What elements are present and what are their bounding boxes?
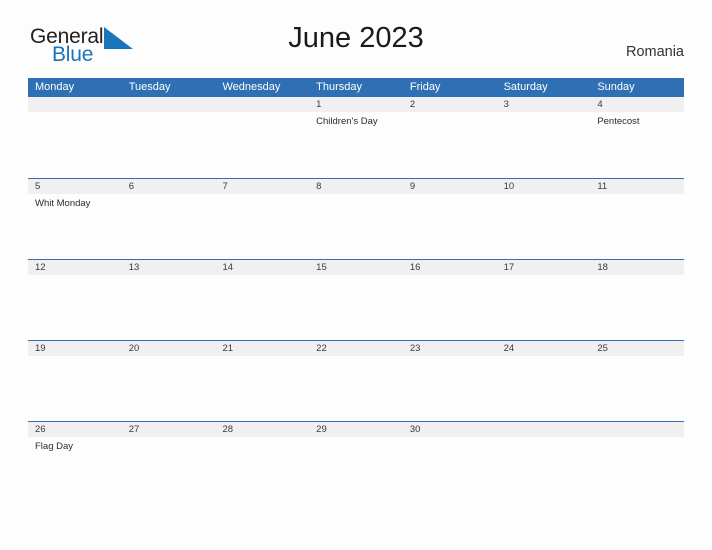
- calendar-day-cell[interactable]: 22: [309, 341, 403, 421]
- day-number: 30: [402, 422, 497, 437]
- page-title: June 2023: [288, 22, 424, 54]
- holiday-event-label: Whit Monday: [35, 198, 91, 209]
- calendar-day-cell[interactable]: 7: [215, 179, 310, 259]
- day-number: 19: [28, 341, 122, 356]
- day-number: 12: [28, 260, 122, 275]
- day-number: 14: [215, 260, 310, 275]
- day-number: 28: [215, 422, 310, 437]
- day-events: Pentecost: [590, 112, 684, 128]
- calendar-day-cell[interactable]: 15: [309, 260, 403, 340]
- day-number: 16: [402, 260, 497, 275]
- page-header: General Blue June 2023 Romania: [28, 22, 684, 74]
- day-number: 26: [28, 422, 122, 437]
- calendar-day-cell[interactable]: 11: [590, 179, 685, 259]
- calendar-day-cell[interactable]: 13: [121, 260, 216, 340]
- day-number: 1: [309, 97, 403, 112]
- day-number: 23: [402, 341, 497, 356]
- calendar-day-cell[interactable]: 28: [215, 422, 310, 455]
- day-number: 21: [215, 341, 310, 356]
- calendar-week-row: 26 Flag Day 27 28 29 30: [28, 421, 685, 455]
- calendar-day-cell[interactable]: 26 Flag Day: [28, 422, 122, 455]
- day-number: 9: [402, 179, 497, 194]
- calendar-day-cell[interactable]: 19: [28, 341, 122, 421]
- calendar-day-cell[interactable]: 10: [496, 179, 591, 259]
- day-number: [496, 422, 591, 437]
- day-number: 5: [28, 179, 122, 194]
- day-events: Whit Monday: [28, 194, 122, 210]
- calendar-day-cell-empty: [121, 97, 216, 178]
- day-number: [590, 422, 685, 437]
- calendar-day-cell[interactable]: 1 Children's Day: [309, 97, 403, 178]
- day-number: 4: [590, 97, 685, 112]
- calendar-day-cell[interactable]: 20: [121, 341, 216, 421]
- calendar-day-cell[interactable]: 27: [121, 422, 216, 455]
- calendar-day-cell[interactable]: 21: [215, 341, 310, 421]
- calendar-grid: Monday Tuesday Wednesday Thursday Friday…: [28, 78, 685, 455]
- day-number: 3: [496, 97, 591, 112]
- calendar-day-cell[interactable]: 8: [309, 179, 403, 259]
- day-number: 2: [402, 97, 497, 112]
- holiday-event-label: Flag Day: [35, 441, 74, 452]
- calendar-day-cell[interactable]: 30: [402, 422, 497, 455]
- calendar-day-cell[interactable]: 18: [590, 260, 685, 340]
- weekday-header-saturday: Saturday: [503, 81, 548, 93]
- day-number: 25: [590, 341, 685, 356]
- calendar-day-cell[interactable]: 5 Whit Monday: [28, 179, 122, 259]
- holiday-event-label: Pentecost: [597, 116, 640, 127]
- calendar-weeks: 1 Children's Day 2 3 4 Pentecost 5 Whit Monday 6…: [28, 97, 685, 455]
- day-number: 6: [121, 179, 216, 194]
- calendar-week-row: 5 Whit Monday 6 7 8 9 10 11: [28, 178, 685, 259]
- day-events: Children's Day: [309, 112, 403, 128]
- day-number: [121, 97, 216, 112]
- day-number: 8: [309, 179, 403, 194]
- day-number: 20: [121, 341, 216, 356]
- weekday-header-friday: Friday: [409, 81, 441, 93]
- calendar-day-cell-empty: [28, 97, 122, 178]
- day-number: [28, 97, 122, 112]
- calendar-day-cell[interactable]: 6: [121, 179, 216, 259]
- day-number: 15: [309, 260, 403, 275]
- day-number: 17: [496, 260, 591, 275]
- calendar-day-cell[interactable]: 16: [402, 260, 497, 340]
- calendar-day-cell[interactable]: 2: [402, 97, 497, 178]
- day-number: [215, 97, 310, 112]
- calendar-day-cell[interactable]: 3: [496, 97, 591, 178]
- day-number: 18: [590, 260, 685, 275]
- calendar-day-cell[interactable]: 29: [309, 422, 403, 455]
- day-events: Flag Day: [28, 437, 122, 453]
- calendar-day-cell[interactable]: 12: [28, 260, 122, 340]
- day-number: 13: [121, 260, 216, 275]
- calendar-day-cell-empty: [496, 422, 591, 455]
- weekday-header-monday: Monday: [35, 81, 75, 93]
- calendar-day-cell[interactable]: 24: [496, 341, 591, 421]
- day-number: 29: [309, 422, 403, 437]
- country-label: Romania: [625, 44, 684, 60]
- weekday-header-row: Monday Tuesday Wednesday Thursday Friday…: [28, 78, 684, 97]
- day-number: 24: [496, 341, 591, 356]
- day-number: 7: [215, 179, 310, 194]
- weekday-header-tuesday: Tuesday: [128, 81, 171, 93]
- calendar-week-row: 1 Children's Day 2 3 4 Pentecost: [28, 97, 685, 178]
- calendar-day-cell-empty: [215, 97, 310, 178]
- day-number: 11: [590, 179, 685, 194]
- calendar-day-cell[interactable]: 23: [402, 341, 497, 421]
- weekday-header-sunday: Sunday: [597, 81, 635, 93]
- calendar-day-cell[interactable]: 9: [402, 179, 497, 259]
- day-number: 27: [121, 422, 216, 437]
- calendar-week-row: 19 20 21 22 23 24 25: [28, 340, 685, 421]
- weekday-header-thursday: Thursday: [316, 81, 363, 93]
- calendar-day-cell[interactable]: 25: [590, 341, 685, 421]
- calendar-day-cell-empty: [590, 422, 685, 455]
- calendar-day-cell[interactable]: 17: [496, 260, 591, 340]
- day-number: 10: [496, 179, 591, 194]
- calendar-day-cell[interactable]: 14: [215, 260, 310, 340]
- calendar-page: General Blue June 2023 Romania Monday Tu…: [0, 0, 712, 550]
- holiday-event-label: Children's Day: [316, 116, 378, 127]
- calendar-day-cell[interactable]: 4 Pentecost: [590, 97, 685, 178]
- calendar-week-row: 12 13 14 15 16 17 18: [28, 259, 685, 340]
- day-number: 22: [309, 341, 403, 356]
- weekday-header-wednesday: Wednesday: [222, 81, 281, 93]
